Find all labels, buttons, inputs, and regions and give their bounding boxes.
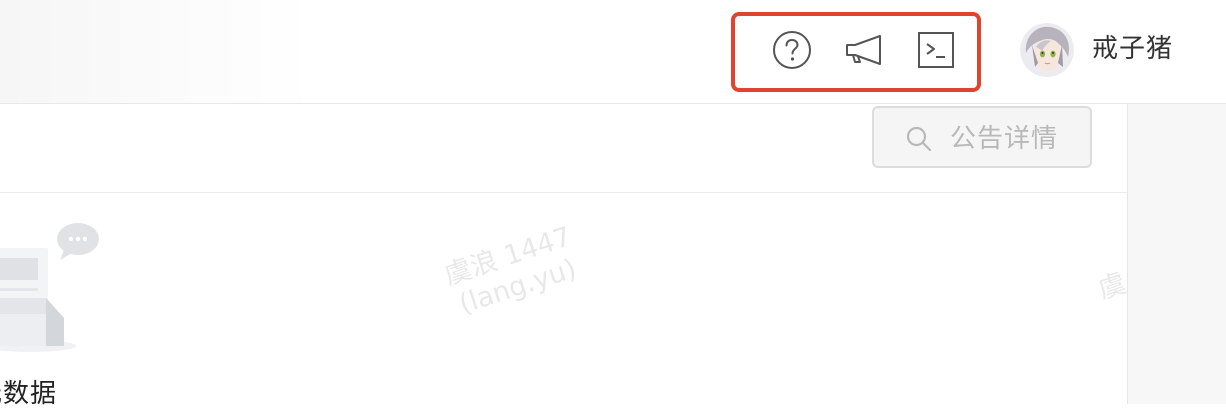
watermark-line-2: (lang.yu)	[455, 253, 581, 321]
watermark-line-1: 虞浪 1447	[440, 221, 576, 292]
search-icon	[904, 124, 934, 154]
toolbar-divider	[0, 192, 1127, 193]
help-icon[interactable]	[771, 29, 813, 71]
empty-inbox-illustration	[0, 214, 110, 364]
search-button[interactable]: 公告详情	[872, 106, 1092, 168]
avatar[interactable]	[1020, 23, 1074, 77]
right-side-panel	[1127, 104, 1226, 404]
username[interactable]: 戒子猪	[1092, 31, 1173, 67]
top-header: 戒子猪	[0, 0, 1226, 104]
announcement-icon[interactable]	[843, 29, 885, 71]
watermark: 虞浪 1447 (lang.yu)	[422, 215, 603, 328]
search-button-label: 公告详情	[950, 123, 1059, 153]
header-shadow	[0, 0, 320, 103]
terminal-icon[interactable]	[915, 29, 957, 71]
empty-state-text: 元数据	[0, 379, 58, 409]
